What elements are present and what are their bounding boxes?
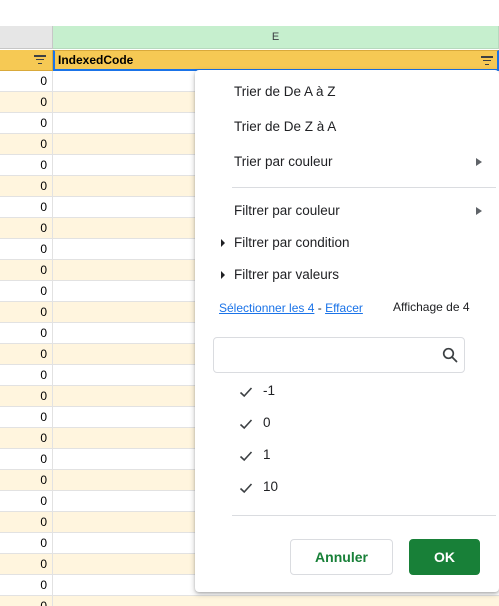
cell-d[interactable]: 0 [0,113,53,133]
cell-d[interactable]: 0 [0,71,53,91]
ok-button[interactable]: OK [409,539,480,575]
column-header-e[interactable]: E [53,26,499,49]
header-label-indexedcode: IndexedCode [58,53,134,67]
cell-d[interactable]: 0 [0,197,53,217]
menu-item-sort-az[interactable]: Trier de De A à Z [234,84,336,99]
cell-e[interactable] [53,596,499,606]
menu-item-sort-by-color[interactable]: Trier par couleur [234,154,333,169]
cell-d[interactable]: 0 [0,449,53,469]
check-icon [239,419,253,430]
select-all-link[interactable]: Sélectionner les 4 [219,301,314,315]
values-search-input[interactable] [222,344,432,366]
value-label: 1 [263,447,271,462]
cell-d[interactable]: 0 [0,155,53,175]
check-icon [239,387,253,398]
cell-d[interactable]: 0 [0,386,53,406]
cell-d[interactable]: 0 [0,239,53,259]
check-icon [239,483,253,494]
cell-d[interactable]: 0 [0,407,53,427]
cell-d[interactable]: 0 [0,575,53,595]
cell-d[interactable]: 0 [0,491,53,511]
link-separator: - [314,301,326,315]
cancel-button[interactable]: Annuler [290,539,393,575]
showing-count: Affichage de 4 [393,300,470,314]
clear-link[interactable]: Effacer [325,301,363,315]
menu-item-filter-by-condition[interactable]: Filtrer par condition [234,235,350,250]
values-search-box[interactable] [213,337,465,373]
cell-d[interactable]: 0 [0,302,53,322]
cell-d[interactable]: 0 [0,281,53,301]
search-icon [442,347,458,363]
check-icon [239,451,253,462]
value-label: 10 [263,479,279,494]
chevron-right-icon [476,158,482,166]
filter-menu: Trier de De A à Z Trier de De Z à A Trie… [195,70,499,592]
header-cell-e[interactable]: IndexedCode [53,50,499,71]
select-clear-links: Sélectionner les 4 - Effacer [219,300,363,315]
cell-d[interactable]: 0 [0,533,53,553]
cell-d[interactable]: 0 [0,134,53,154]
menu-item-filter-by-color[interactable]: Filtrer par couleur [234,203,340,218]
expand-triangle-icon[interactable] [221,271,225,279]
column-header-d[interactable] [0,26,53,49]
cell-d[interactable]: 0 [0,470,53,490]
cell-d[interactable]: 0 [0,596,53,606]
menu-separator [232,187,496,188]
table-row: 0 [0,596,499,606]
cell-d[interactable]: 0 [0,428,53,448]
chevron-right-icon [476,207,482,215]
cell-d[interactable]: 0 [0,323,53,343]
cell-d[interactable]: 0 [0,365,53,385]
expand-triangle-icon[interactable] [221,239,225,247]
filter-icon-active[interactable] [481,56,493,66]
filter-icon[interactable] [34,55,46,65]
header-cell-d[interactable] [0,50,53,71]
cell-d[interactable]: 0 [0,92,53,112]
cell-d[interactable]: 0 [0,554,53,574]
menu-item-filter-by-values[interactable]: Filtrer par valeurs [234,267,339,282]
cell-d[interactable]: 0 [0,176,53,196]
menu-item-sort-za[interactable]: Trier de De Z à A [234,119,336,134]
value-label: 0 [263,415,271,430]
cell-d[interactable]: 0 [0,512,53,532]
cell-d[interactable]: 0 [0,260,53,280]
value-label: -1 [263,383,276,398]
column-letter-e: E [271,31,280,43]
menu-separator [232,515,496,516]
cell-d[interactable]: 0 [0,218,53,238]
cell-d[interactable]: 0 [0,344,53,364]
spreadsheet-view: E IndexedCode 00000000000000000000000000… [0,0,499,606]
